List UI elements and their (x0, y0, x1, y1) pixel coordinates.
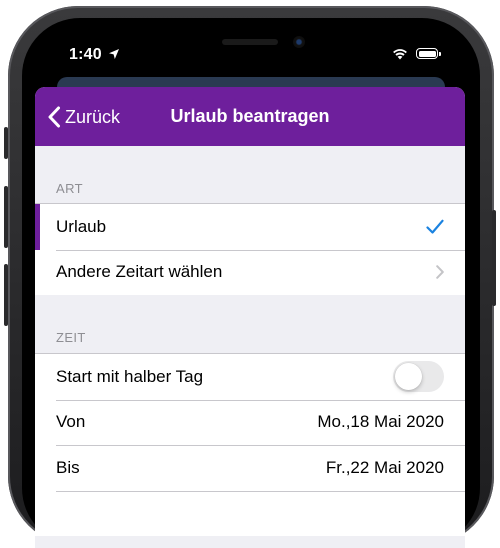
list-item-next[interactable] (35, 490, 465, 537)
list-item-bis[interactable]: Bis Fr.,22 Mai 2020 (35, 445, 465, 491)
section-header-zeit: ZEIT (56, 330, 86, 345)
row-label: Von (56, 412, 86, 432)
modal-sheet: Zurück Urlaub beantragen ART Urlaub Ande… (35, 87, 465, 548)
page-title: Urlaub beantragen (170, 106, 330, 126)
status-time: 1:40 (69, 46, 102, 63)
side-button-left-2 (4, 186, 8, 248)
row-label: Urlaub (56, 216, 107, 236)
screen: 1:40 Zurück Urlaub beantragen ART Urlaub (35, 28, 465, 548)
row-label: Bis (56, 457, 80, 477)
row-label: Start mit halber Tag (56, 366, 204, 386)
section-zeit: Start mit halber Tag Von Mo.,18 Mai 2020… (35, 353, 465, 536)
section-header-art: ART (56, 181, 83, 196)
side-button-left-3 (4, 264, 8, 326)
list-item-urlaub[interactable]: Urlaub (35, 204, 465, 250)
end-date-value: Fr.,22 Mai 2020 (325, 457, 444, 477)
start-date-value: Mo.,18 Mai 2020 (317, 412, 444, 432)
side-button-left-1 (4, 127, 8, 159)
front-camera (293, 36, 305, 48)
half-day-toggle[interactable] (393, 361, 444, 393)
selection-indicator (35, 204, 40, 250)
row-label: Andere Zeitart wählen (56, 262, 223, 282)
list-item-von[interactable]: Von Mo.,18 Mai 2020 (35, 399, 465, 446)
navigation-bar: Zurück Urlaub beantragen (35, 87, 465, 146)
side-button-right (492, 210, 496, 306)
section-art: Urlaub Andere Zeitart wählen (35, 203, 465, 295)
battery-icon (416, 48, 441, 59)
checkmark-icon (426, 219, 444, 234)
speaker-grille (222, 39, 278, 45)
toggle-knob (395, 363, 422, 391)
location-arrow-icon (109, 49, 119, 59)
chevron-right-icon (436, 265, 444, 280)
wifi-icon (393, 49, 407, 60)
list-item-andere-zeitart[interactable]: Andere Zeitart wählen (35, 249, 465, 296)
list-item-start-halber-tag: Start mit halber Tag (35, 354, 465, 400)
